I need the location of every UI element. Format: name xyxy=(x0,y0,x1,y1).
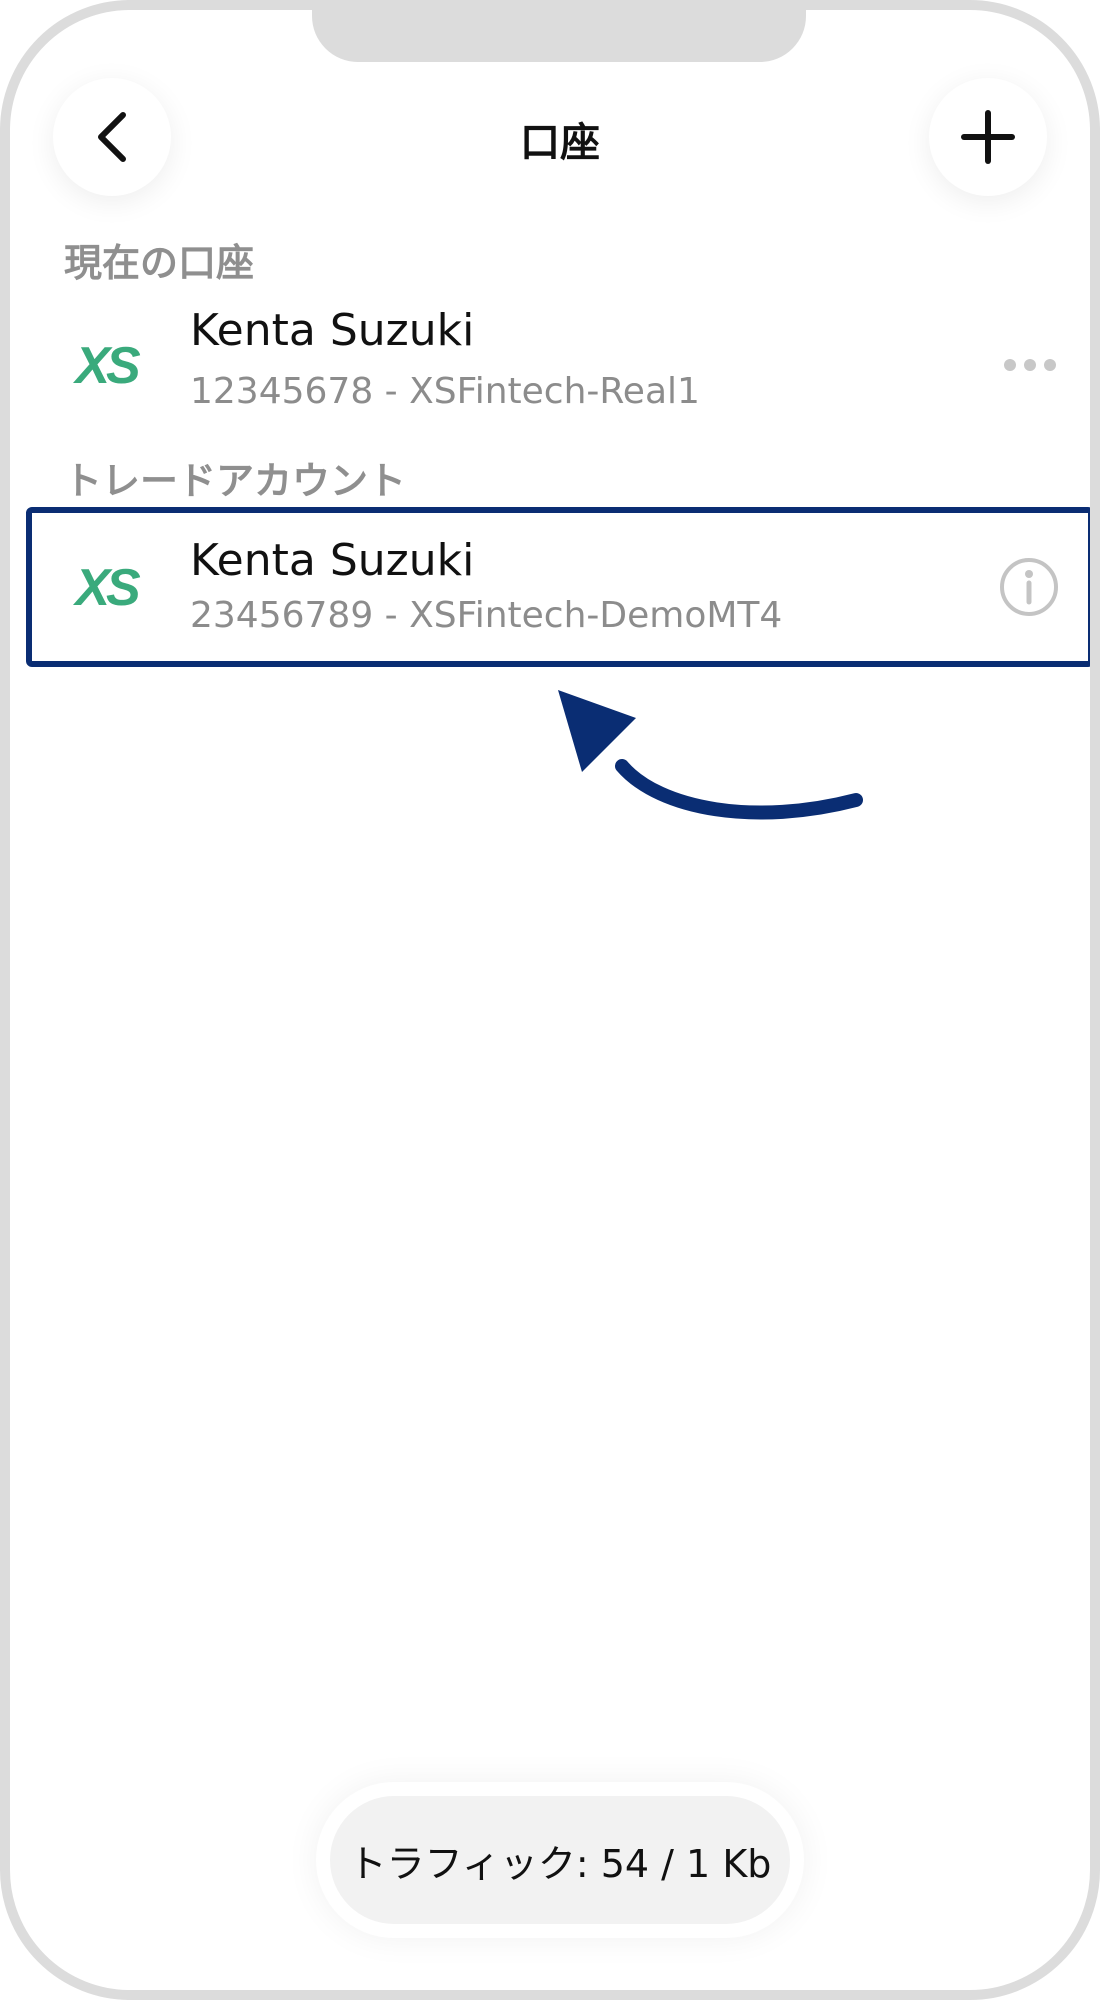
page-title: 口座 xyxy=(520,120,600,166)
account-detail: 12345678 - XSFintech-Real1 xyxy=(190,371,700,412)
phone-frame: 口座 現在の口座 XS Kenta Suzuki 12345678 - XSFi… xyxy=(0,0,1100,2000)
xs-logo-text: XS xyxy=(72,337,141,393)
curved-arrow-annotation xyxy=(558,690,863,820)
traffic-indicator: トラフィック: 54 / 1 Kb xyxy=(316,1782,804,1938)
xs-logo-text: XS xyxy=(72,559,141,615)
add-account-button[interactable] xyxy=(929,78,1047,196)
device-notch xyxy=(312,10,806,62)
section-label-current-account: 現在の口座 xyxy=(64,241,255,285)
account-detail: 23456789 - XSFintech-DemoMT4 xyxy=(190,595,783,636)
account-name: Kenta Suzuki xyxy=(190,305,475,356)
more-horizontal-icon[interactable] xyxy=(1002,355,1058,375)
current-account-row[interactable]: XS Kenta Suzuki 12345678 - XSFintech-Rea… xyxy=(26,285,1090,445)
account-name: Kenta Suzuki xyxy=(190,535,475,586)
chevron-left-icon xyxy=(98,112,126,162)
traffic-label: トラフィック: 54 / 1 Kb xyxy=(330,1796,790,1924)
info-icon[interactable] xyxy=(998,556,1060,618)
plus-icon xyxy=(961,110,1015,164)
section-label-trade-accounts: トレードアカウント xyxy=(64,459,407,503)
trade-account-row[interactable]: XS Kenta Suzuki 23456789 - XSFintech-Dem… xyxy=(26,507,1090,667)
xs-logo: XS xyxy=(72,559,145,615)
back-button[interactable] xyxy=(53,78,171,196)
xs-logo: XS xyxy=(72,337,145,393)
